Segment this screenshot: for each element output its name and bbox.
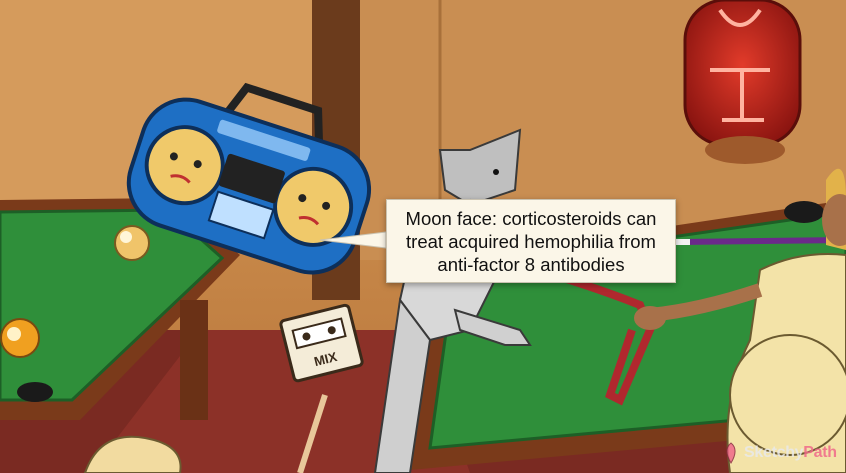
callout-line-2: treat acquired hemophilia from <box>406 230 656 252</box>
watermark-part-1: Sketchy <box>744 444 804 461</box>
watermark-text: SketchyPath <box>744 444 837 462</box>
callout-text: Moon face: corticosteroids can treat acq… <box>406 207 657 276</box>
callout-line-3: anti-factor 8 antibodies <box>437 253 625 275</box>
annotation-callout: Moon face: corticosteroids can treat acq… <box>386 199 676 283</box>
callout-line-1: Moon face: corticosteroids can <box>405 207 657 229</box>
wall-lamp-icon <box>683 0 802 164</box>
watermark-part-2: Path <box>803 444 837 461</box>
watermark: SketchyPath <box>722 440 837 466</box>
logo-icon <box>726 442 736 464</box>
